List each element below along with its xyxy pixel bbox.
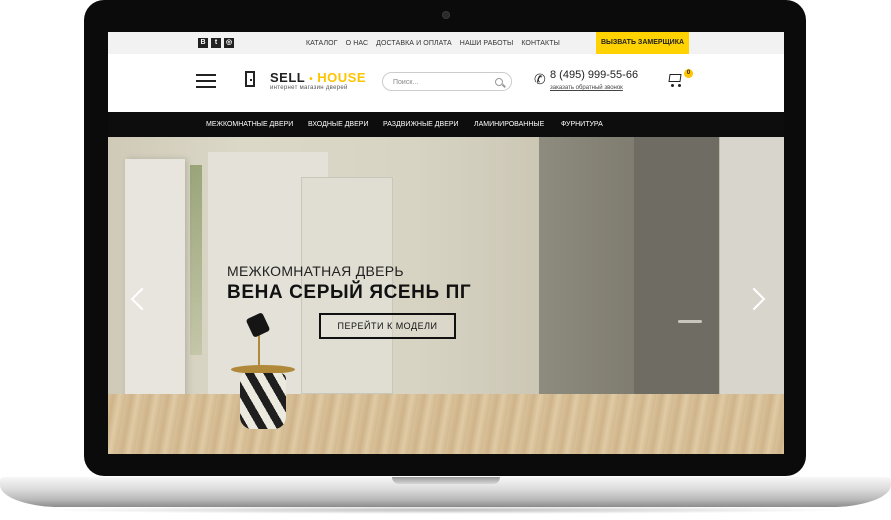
top-nav-works[interactable]: НАШИ РАБОТЫ: [460, 40, 514, 47]
instagram-icon[interactable]: ◎: [224, 38, 234, 48]
hero-floor: [108, 394, 784, 454]
cart-count-badge: 0: [684, 69, 693, 78]
side-table-base: [240, 373, 286, 429]
header: SELL • HOUSE интернет магазин дверей Пои…: [108, 54, 784, 110]
phone-number[interactable]: 8 (495) 999-55-66: [550, 69, 638, 81]
menu-item-interior-doors[interactable]: МЕЖКОМНАТНЫЕ ДВЕРИ: [206, 112, 293, 137]
top-nav-about[interactable]: О НАС: [346, 40, 369, 47]
website-screen: В t ◎ КАТАЛОГ О НАС ДОСТАВКА И ОПЛАТА НА…: [108, 32, 784, 454]
logo-dot: •: [309, 74, 314, 85]
top-bar: В t ◎ КАТАЛОГ О НАС ДОСТАВКА И ОПЛАТА НА…: [108, 32, 784, 54]
twitter-icon[interactable]: t: [211, 38, 221, 48]
logo-subtitle: интернет магазин дверей: [270, 85, 348, 91]
top-nav: КАТАЛОГ О НАС ДОСТАВКА И ОПЛАТА НАШИ РАБ…: [306, 32, 560, 54]
callback-link[interactable]: заказать обратный звонок: [550, 85, 623, 91]
menu-item-entrance-doors[interactable]: ВХОДНЫЕ ДВЕРИ: [308, 112, 368, 137]
top-nav-catalog[interactable]: КАТАЛОГ: [306, 40, 338, 47]
laptop-shadow: [40, 506, 851, 514]
main-menu: МЕЖКОМНАТНЫЕ ДВЕРИ ВХОДНЫЕ ДВЕРИ РАЗДВИЖ…: [108, 112, 784, 137]
hero-subtitle: МЕЖКОМНАТНАЯ ДВЕРЬ: [227, 263, 404, 279]
vk-icon[interactable]: В: [198, 38, 208, 48]
hero-title: ВЕНА СЕРЫЙ ЯСЕНЬ ПГ: [227, 282, 472, 303]
menu-item-sliding-doors[interactable]: РАЗДВИЖНЫЕ ДВЕРИ: [383, 112, 459, 137]
hero-window: [190, 165, 202, 355]
call-measurer-button[interactable]: ВЫЗВАТЬ ЗАМЕРЩИКА: [596, 32, 689, 54]
top-nav-delivery[interactable]: ДОСТАВКА И ОПЛАТА: [376, 40, 452, 47]
search-placeholder: Поиск...: [393, 79, 419, 86]
go-to-model-button[interactable]: ПЕРЕЙТИ К МОДЕЛИ: [319, 313, 456, 339]
search-input[interactable]: Поиск...: [382, 72, 512, 91]
menu-icon[interactable]: [196, 74, 216, 88]
logo-house: HOUSE: [317, 70, 366, 85]
top-nav-contacts[interactable]: КОНТАКТЫ: [521, 40, 560, 47]
logo[interactable]: SELL • HOUSE: [270, 70, 366, 85]
menu-item-laminated[interactable]: ЛАМИНИРОВАННЫЕ: [474, 112, 544, 137]
hero-door-handle: [678, 320, 702, 323]
laptop-notch: [392, 477, 500, 484]
door-logo-icon[interactable]: [245, 71, 255, 87]
webcam: [443, 12, 449, 18]
phone-icon: ✆: [534, 71, 546, 87]
logo-sell: SELL: [270, 70, 305, 85]
lamp-arm: [258, 333, 260, 367]
search-icon[interactable]: [495, 78, 503, 86]
cart-icon[interactable]: [666, 72, 684, 88]
menu-item-hardware[interactable]: ФУРНИТУРА: [561, 112, 603, 137]
hero-slider: МЕЖКОМНАТНАЯ ДВЕРЬ ВЕНА СЕРЫЙ ЯСЕНЬ ПГ П…: [108, 137, 784, 454]
